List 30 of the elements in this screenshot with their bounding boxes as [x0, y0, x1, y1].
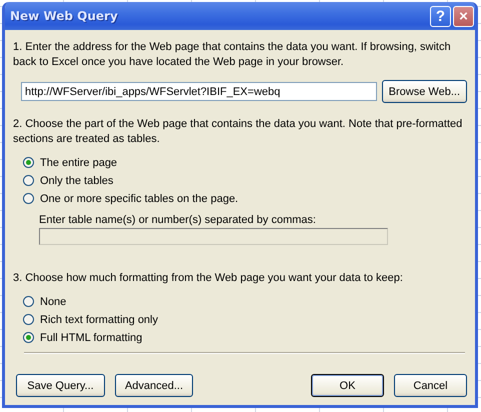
window-title: New Web Query: [10, 9, 119, 23]
dialog-button[interactable]: Save Query...: [16, 374, 105, 397]
address-field[interactable]: http://WFServer/ibi_apps/WFServlet?IBIF_EX=webq: [21, 82, 377, 101]
option-label: Full HTML formatting: [40, 332, 142, 344]
radio-button[interactable]: [23, 296, 34, 307]
option-label: The entire page: [40, 156, 118, 168]
instruction-text: 1. Enter the address for the Web page that contains the data you want. If browsing, switch back to Excel once you have located the Web page in your browser.: [13, 40, 452, 70]
radio-button[interactable]: [23, 175, 34, 186]
radio-button[interactable]: [23, 157, 34, 168]
option-label: None: [40, 296, 66, 308]
browse-web-button[interactable]: Browse Web...: [382, 80, 467, 103]
option-label: Only the tables: [40, 174, 114, 186]
option-label: One or more specific tables on the page.: [40, 192, 238, 204]
radio-button[interactable]: [23, 314, 34, 325]
radio-button[interactable]: [23, 193, 34, 204]
radio-option[interactable]: Full HTML formatting: [23, 330, 467, 345]
dialog-button[interactable]: Cancel: [394, 374, 467, 397]
radio-option[interactable]: None: [23, 294, 467, 309]
help-button[interactable]: ?: [430, 6, 451, 26]
radio-option[interactable]: Rich text formatting only: [23, 312, 467, 327]
radio-option[interactable]: The entire page: [23, 155, 467, 170]
instruction-text: 3. Choose how much formatting from the Web page you want your data to keep:: [13, 271, 404, 286]
dialog-button[interactable]: Advanced...: [115, 374, 193, 397]
field-label: Enter table name(s) or number(s) separated by commas:: [39, 214, 317, 226]
radio-option[interactable]: One or more specific tables on the page.: [23, 191, 467, 206]
option-label: Rich text formatting only: [40, 314, 158, 326]
radio-button[interactable]: [23, 332, 34, 343]
radio-option[interactable]: Only the tables: [23, 173, 467, 188]
instruction-text: 2. Choose the part of the Web page that contains the data you want. Note that pre-formatted sections are treated as tables.: [13, 117, 464, 147]
dialog-button[interactable]: OK: [311, 374, 384, 397]
